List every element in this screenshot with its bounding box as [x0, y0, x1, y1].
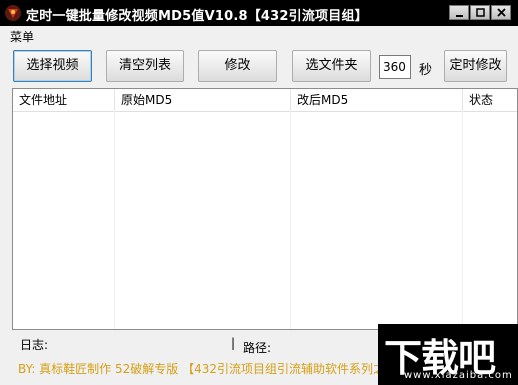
minimize-icon	[456, 15, 463, 17]
maximize-button[interactable]	[470, 5, 490, 20]
window-title: 定时一键批量修改视频MD5值V10.8【432引流项目组】	[26, 9, 368, 24]
watermark-url: www.xiazaiba.com	[404, 370, 513, 381]
column-divider	[290, 111, 291, 329]
menu-item-main[interactable]: 菜单	[10, 28, 34, 45]
watermark-logo: 下载吧 www.xiazaiba.com	[378, 324, 518, 385]
column-header-status[interactable]: 状态	[462, 89, 517, 111]
log-label: 日志:	[20, 338, 49, 352]
file-table[interactable]: 文件地址 原始MD5 改后MD5 状态	[12, 88, 518, 330]
column-divider	[462, 111, 463, 329]
clear-list-button[interactable]: 清空列表	[106, 50, 184, 82]
column-header-file-path[interactable]: 文件地址	[13, 89, 114, 111]
close-icon	[497, 8, 506, 17]
status-divider: |	[231, 336, 236, 350]
title-bar[interactable]: 定时一键批量修改视频MD5值V10.8【432引流项目组】	[0, 0, 518, 26]
close-button[interactable]	[491, 5, 511, 20]
modify-button[interactable]: 修改	[198, 50, 277, 82]
app-icon	[4, 4, 22, 22]
credits-text: BY: 真标鞋匠制作 52破解专版 【432引流项目组引流辅助软件系列之	[18, 362, 385, 376]
maximize-icon	[476, 8, 485, 17]
select-video-button[interactable]: 选择视频	[13, 50, 92, 82]
table-header: 文件地址 原始MD5 改后MD5 状态	[13, 89, 517, 112]
select-folder-button[interactable]: 选文件夹	[292, 50, 371, 82]
seconds-input[interactable]: 360	[379, 55, 411, 79]
path-label: 路径:	[243, 341, 272, 355]
column-header-original-md5[interactable]: 原始MD5	[114, 89, 290, 111]
minimize-button[interactable]	[449, 5, 469, 20]
seconds-unit-label: 秒	[419, 63, 433, 78]
timed-modify-button[interactable]: 定时修改	[444, 50, 507, 82]
column-header-modified-md5[interactable]: 改后MD5	[290, 89, 462, 111]
column-divider	[114, 111, 115, 329]
menu-bar: 菜单	[0, 26, 518, 46]
